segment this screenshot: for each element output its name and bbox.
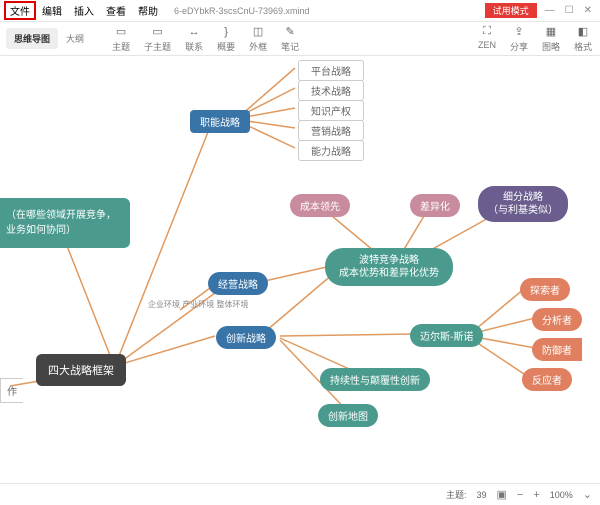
- node-biz[interactable]: 经营战略: [208, 272, 268, 295]
- minimize-button[interactable]: —: [545, 5, 555, 16]
- note-icon: ✎: [283, 25, 297, 39]
- share-icon: ⇪: [512, 25, 526, 39]
- tool-note[interactable]: ✎笔记: [281, 25, 299, 53]
- tool-share[interactable]: ⇪分享: [510, 25, 528, 53]
- node-miles[interactable]: 迈尔斯-斯诺: [410, 324, 483, 347]
- zen-icon: ⛶: [480, 25, 494, 39]
- menu-help[interactable]: 帮助: [132, 1, 164, 20]
- node-react[interactable]: 反应者: [522, 368, 572, 391]
- node-context[interactable]: （在哪些领域开展竞争，业务如何协同）: [0, 198, 130, 248]
- tool-summary[interactable]: }概要: [217, 25, 235, 53]
- canvas[interactable]: （在哪些领域开展竞争，业务如何协同） 作 四大战略框架 职能战略 经营战略 创新…: [0, 56, 600, 483]
- filename: 6-eDYbkR-3scsCnU-73969.xmind: [174, 6, 310, 16]
- node-root[interactable]: 四大战略框架: [36, 354, 126, 386]
- subtopic-icon: ▭: [151, 25, 165, 39]
- node-expl[interactable]: 探索者: [520, 278, 570, 301]
- node-mkt[interactable]: 营销战略: [298, 120, 364, 141]
- chevron-down-icon[interactable]: ⌄: [583, 488, 592, 501]
- tool-boundary[interactable]: ◫外框: [249, 25, 267, 53]
- node-plat[interactable]: 平台战略: [298, 60, 364, 81]
- boundary-icon: ◫: [251, 25, 265, 39]
- tool-relation[interactable]: ↔联系: [185, 25, 203, 53]
- node-porter[interactable]: 波特竞争战略 成本优势和差异化优势: [325, 248, 453, 286]
- node-sustain[interactable]: 持续性与颠覆性创新: [320, 368, 430, 391]
- node-def[interactable]: 防御者: [532, 338, 582, 361]
- menu-file[interactable]: 文件: [4, 1, 36, 20]
- node-diff[interactable]: 差异化: [410, 194, 460, 217]
- maximize-button[interactable]: ☐: [565, 5, 574, 16]
- map-icon: ▦: [544, 25, 558, 39]
- tab-mindmap[interactable]: 思维导图: [6, 28, 58, 49]
- node-ip[interactable]: 知识产权: [298, 100, 364, 121]
- node-seg[interactable]: 细分战略 （与利基类似）: [478, 186, 568, 222]
- tool-map[interactable]: ▦图略: [542, 25, 560, 53]
- node-cost[interactable]: 成本领先: [290, 194, 350, 217]
- zoom-level[interactable]: 100%: [550, 490, 573, 500]
- statusbar: 主题: 39 ▣ − + 100% ⌄: [0, 483, 600, 505]
- tool-subtopic[interactable]: ▭子主题: [144, 25, 171, 53]
- topics-label: 主题:: [446, 488, 467, 501]
- topic-icon: ▭: [114, 25, 128, 39]
- summary-icon: }: [219, 25, 233, 39]
- node-op[interactable]: 作: [0, 378, 23, 403]
- node-anal[interactable]: 分析者: [532, 308, 582, 331]
- menu-view[interactable]: 查看: [100, 1, 132, 20]
- close-button[interactable]: ✕: [584, 5, 592, 16]
- relation-icon: ↔: [187, 25, 201, 39]
- node-cap[interactable]: 能力战略: [298, 140, 364, 161]
- menu-insert[interactable]: 插入: [68, 1, 100, 20]
- zoom-in-button[interactable]: +: [533, 489, 539, 501]
- tab-outline[interactable]: 大纲: [58, 28, 92, 49]
- node-env: 企业环境 产业环境 整体环境: [148, 300, 248, 310]
- menu-edit[interactable]: 编辑: [36, 1, 68, 20]
- node-innov[interactable]: 创新战略: [216, 326, 276, 349]
- minimap-icon[interactable]: ▣: [496, 488, 506, 501]
- topics-count: 39: [476, 490, 486, 500]
- tool-topic[interactable]: ▭主题: [112, 25, 130, 53]
- zoom-out-button[interactable]: −: [517, 489, 523, 501]
- trial-badge: 试用模式: [485, 3, 537, 18]
- tool-format[interactable]: ◧格式: [574, 25, 592, 53]
- format-icon: ◧: [576, 25, 590, 39]
- tool-zen[interactable]: ⛶ZEN: [478, 25, 496, 53]
- node-tech[interactable]: 技术战略: [298, 80, 364, 101]
- node-func[interactable]: 职能战略: [190, 110, 250, 133]
- node-map[interactable]: 创新地图: [318, 404, 378, 427]
